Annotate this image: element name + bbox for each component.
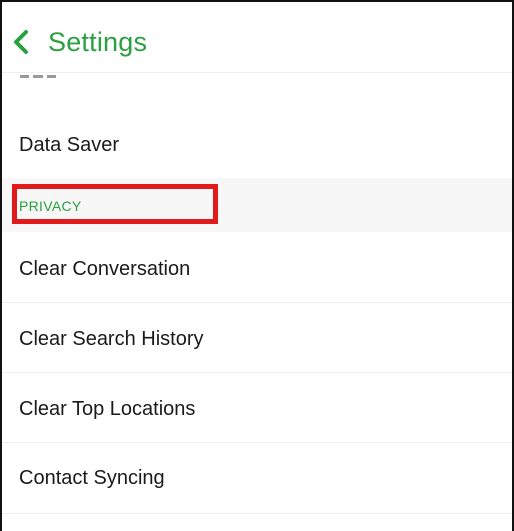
clear-top-locations-row[interactable]: Clear Top Locations — [2, 373, 512, 443]
data-saver-label: Data Saver — [19, 134, 120, 156]
partially-hidden-row[interactable] — [2, 72, 512, 110]
page-title: Settings — [48, 26, 148, 57]
navigation-bar: Settings — [2, 2, 512, 72]
clear-conversation-row[interactable]: Clear Conversation — [2, 232, 512, 303]
cropped-text-fragment — [20, 75, 56, 78]
contact-syncing-label: Contact Syncing — [19, 467, 165, 489]
settings-screen: Settings Data Saver PRIVACY Clear Conver… — [0, 0, 514, 531]
contact-syncing-row[interactable]: Contact Syncing — [2, 443, 512, 514]
data-saver-row[interactable]: Data Saver — [2, 109, 512, 179]
clear-conversation-label: Clear Conversation — [19, 258, 191, 280]
clear-search-history-label: Clear Search History — [19, 328, 204, 350]
chevron-left-icon[interactable] — [10, 27, 32, 57]
clear-search-history-row[interactable]: Clear Search History — [2, 303, 512, 373]
back-button[interactable]: Settings — [10, 20, 147, 64]
clear-top-locations-label: Clear Top Locations — [19, 398, 196, 420]
highlight-box — [12, 184, 218, 224]
